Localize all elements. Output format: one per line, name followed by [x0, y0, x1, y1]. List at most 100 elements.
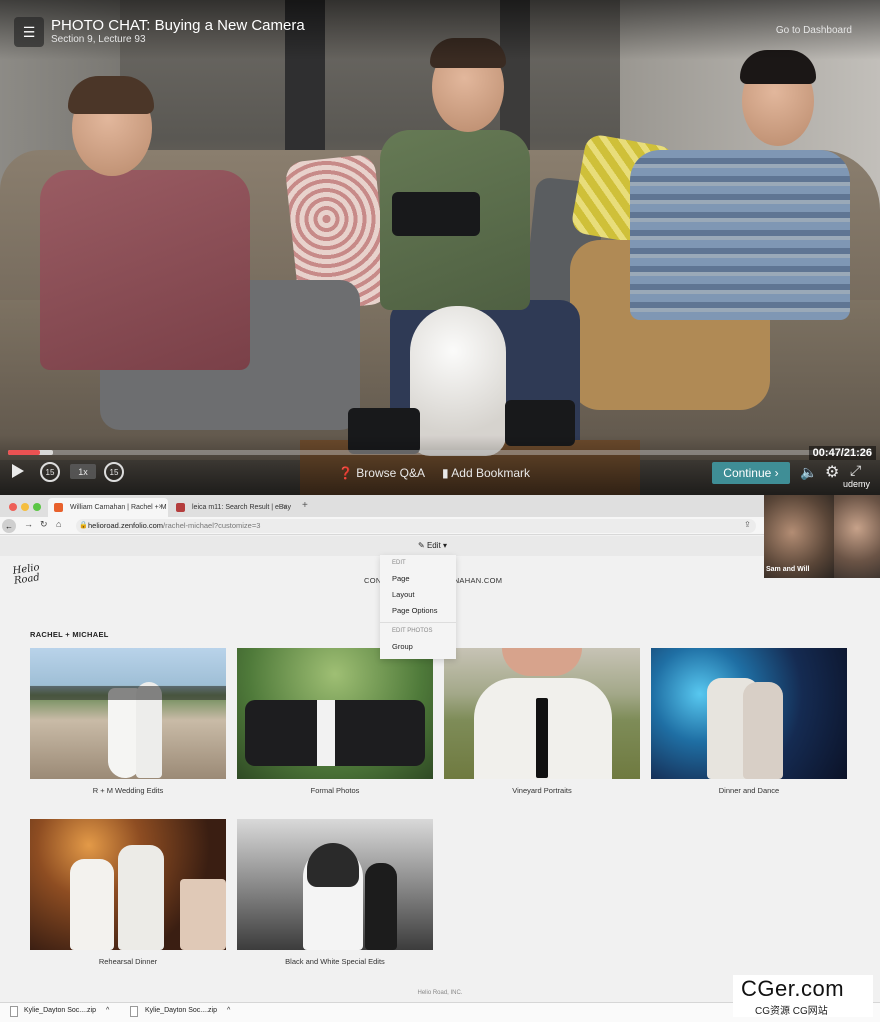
playback-speed-button[interactable]: 1x [70, 464, 96, 479]
pencil-icon: ✎ [418, 541, 425, 550]
gallery-caption[interactable]: Dinner and Dance [651, 786, 847, 795]
logo-text: Helio Road [11, 562, 41, 587]
zip-file-icon [10, 1006, 18, 1017]
lock-icon: 🔒 [79, 522, 88, 529]
progress-bar[interactable] [8, 450, 872, 455]
add-bookmark-label: Add Bookmark [451, 466, 530, 480]
caret-down-icon: ▾ [442, 541, 447, 550]
webcam-person [834, 495, 880, 578]
forward-arrow-icon[interactable]: → [24, 519, 33, 529]
close-tab-icon[interactable]: × [158, 502, 163, 511]
photo-hair [307, 843, 359, 887]
tab-label: William Carnahan | Rachel + M [70, 504, 167, 511]
watermark: CGer.com CG资源 CG网站 [733, 975, 873, 1017]
url-path: /rachel-michael?customize=3 [163, 521, 261, 530]
menu-item-group[interactable]: Group [392, 642, 413, 651]
ebay-favicon-icon [176, 503, 185, 512]
forward-15-icon[interactable]: 15 [104, 462, 124, 482]
webcam-overlay: Sam and Will [764, 495, 880, 578]
helio-road-logo[interactable]: Helio Road [12, 561, 56, 596]
gallery-thumbnail[interactable] [444, 648, 640, 779]
gallery-thumbnail[interactable] [237, 819, 433, 950]
back-arrow-icon[interactable]: ← [2, 519, 16, 533]
photo-table [180, 879, 226, 950]
video-camera-prop [392, 192, 480, 236]
gallery-caption[interactable]: Vineyard Portraits [444, 786, 640, 795]
continue-label: Continue [723, 466, 772, 480]
menu-divider [380, 622, 456, 623]
menu-item-layout[interactable]: Layout [392, 590, 415, 599]
lecture-title: PHOTO CHAT: Buying a New Camera [51, 17, 305, 34]
watermark-text: CGer.com [741, 976, 845, 1001]
add-bookmark-button[interactable]: ▮ Add Bookmark [442, 466, 530, 480]
download-item[interactable]: Kylie_Dayton Soc....zip [145, 1007, 217, 1014]
time-display: 00:47/21:26 [808, 446, 876, 460]
gallery-thumbnail[interactable] [30, 648, 226, 779]
toolbar: → ↻ ⌂ 🔒 helioroad.zenfolio.com/rachel-mi… [0, 517, 880, 535]
new-tab-icon[interactable]: + [302, 500, 308, 511]
dropdown-heading-edit: EDIT [392, 560, 406, 566]
chevron-right-icon: › [771, 466, 779, 480]
photo-bridesmaid [365, 863, 397, 950]
bookmark-icon: ▮ [442, 466, 449, 480]
browse-qa-button[interactable]: ❓ Browse Q&A [338, 466, 425, 480]
chevron-up-icon[interactable]: ^ [106, 1007, 109, 1014]
close-window-icon[interactable] [9, 503, 17, 511]
video-person [40, 170, 250, 370]
minimize-window-icon[interactable] [21, 503, 29, 511]
gallery-caption[interactable]: Formal Photos [237, 786, 433, 795]
video-player[interactable]: ☰ PHOTO CHAT: Buying a New Camera Sectio… [0, 0, 880, 495]
photo-man-speaking [118, 845, 164, 950]
webcam-label: Sam and Will [766, 566, 810, 573]
gallery-caption[interactable]: Black and White Special Edits [237, 957, 433, 966]
watermark-subtext: CG资源 CG网站 [755, 1006, 828, 1017]
tab-label: leica m11: Search Result | eBay [192, 504, 291, 511]
zip-file-icon [130, 1006, 138, 1017]
gallery-thumbnail[interactable] [30, 819, 226, 950]
gallery-caption[interactable]: R + M Wedding Edits [30, 786, 226, 795]
menu-item-page[interactable]: Page [392, 574, 410, 583]
address-bar[interactable]: 🔒 helioroad.zenfolio.com/rachel-michael?… [76, 519, 756, 533]
chevron-up-icon[interactable]: ^ [227, 1007, 230, 1014]
curriculum-menu-button[interactable]: ☰ [14, 17, 44, 47]
reload-icon[interactable]: ↻ [40, 519, 48, 530]
tab-helio-road[interactable]: William Carnahan | Rachel + M × [48, 498, 168, 517]
video-bust-statue [410, 306, 506, 456]
tab-ebay[interactable]: leica m11: Search Result | eBay × [170, 498, 292, 517]
edit-menu-button[interactable]: ✎ Edit ▾ [418, 541, 447, 550]
zoom-window-icon[interactable] [33, 503, 41, 511]
gallery-thumbnail[interactable] [651, 648, 847, 779]
photo-bride [743, 682, 783, 779]
rewind-15-icon[interactable]: 15 [40, 462, 60, 482]
browser-window: William Carnahan | Rachel + M × leica m1… [0, 495, 880, 1022]
photo-guests [30, 686, 226, 700]
url-host: helioroad.zenfolio.com [88, 521, 164, 530]
edit-dropdown-menu: EDIT Page Layout Page Options EDIT PHOTO… [380, 555, 456, 659]
photo-wedding-party [245, 700, 425, 766]
download-item[interactable]: Kylie_Dayton Soc....zip [24, 1007, 96, 1014]
browse-qa-label: Browse Q&A [356, 466, 425, 480]
photo-tie [536, 698, 548, 778]
photo-woman [70, 859, 114, 950]
go-to-dashboard-link[interactable]: Go to Dashboard [776, 25, 852, 36]
menu-item-page-options[interactable]: Page Options [392, 606, 437, 615]
video-person [630, 150, 850, 320]
gallery-thumbnail[interactable] [237, 648, 433, 779]
gallery-title: RACHEL + MICHAEL [30, 630, 109, 639]
play-icon[interactable] [12, 464, 24, 478]
close-tab-icon[interactable]: × [282, 502, 287, 511]
tab-bar: William Carnahan | Rachel + M × leica m1… [0, 495, 880, 517]
gallery-caption[interactable]: Rehearsal Dinner [30, 957, 226, 966]
gear-icon[interactable]: ⚙ [825, 462, 839, 482]
home-icon[interactable]: ⌂ [56, 519, 61, 529]
share-icon[interactable]: ⇪ [744, 520, 751, 529]
progress-fill [8, 450, 40, 455]
forward-seconds: 15 [109, 467, 119, 477]
rewind-seconds: 15 [45, 467, 55, 477]
volume-icon[interactable]: 🔈 [800, 464, 817, 481]
continue-button[interactable]: Continue › [712, 462, 790, 484]
question-icon: ❓ [338, 466, 353, 480]
fullscreen-icon[interactable]: ⤢ [850, 462, 861, 479]
list-icon: ☰ [22, 23, 36, 40]
customize-edit-bar: ✎ Edit ▾ [0, 536, 880, 556]
